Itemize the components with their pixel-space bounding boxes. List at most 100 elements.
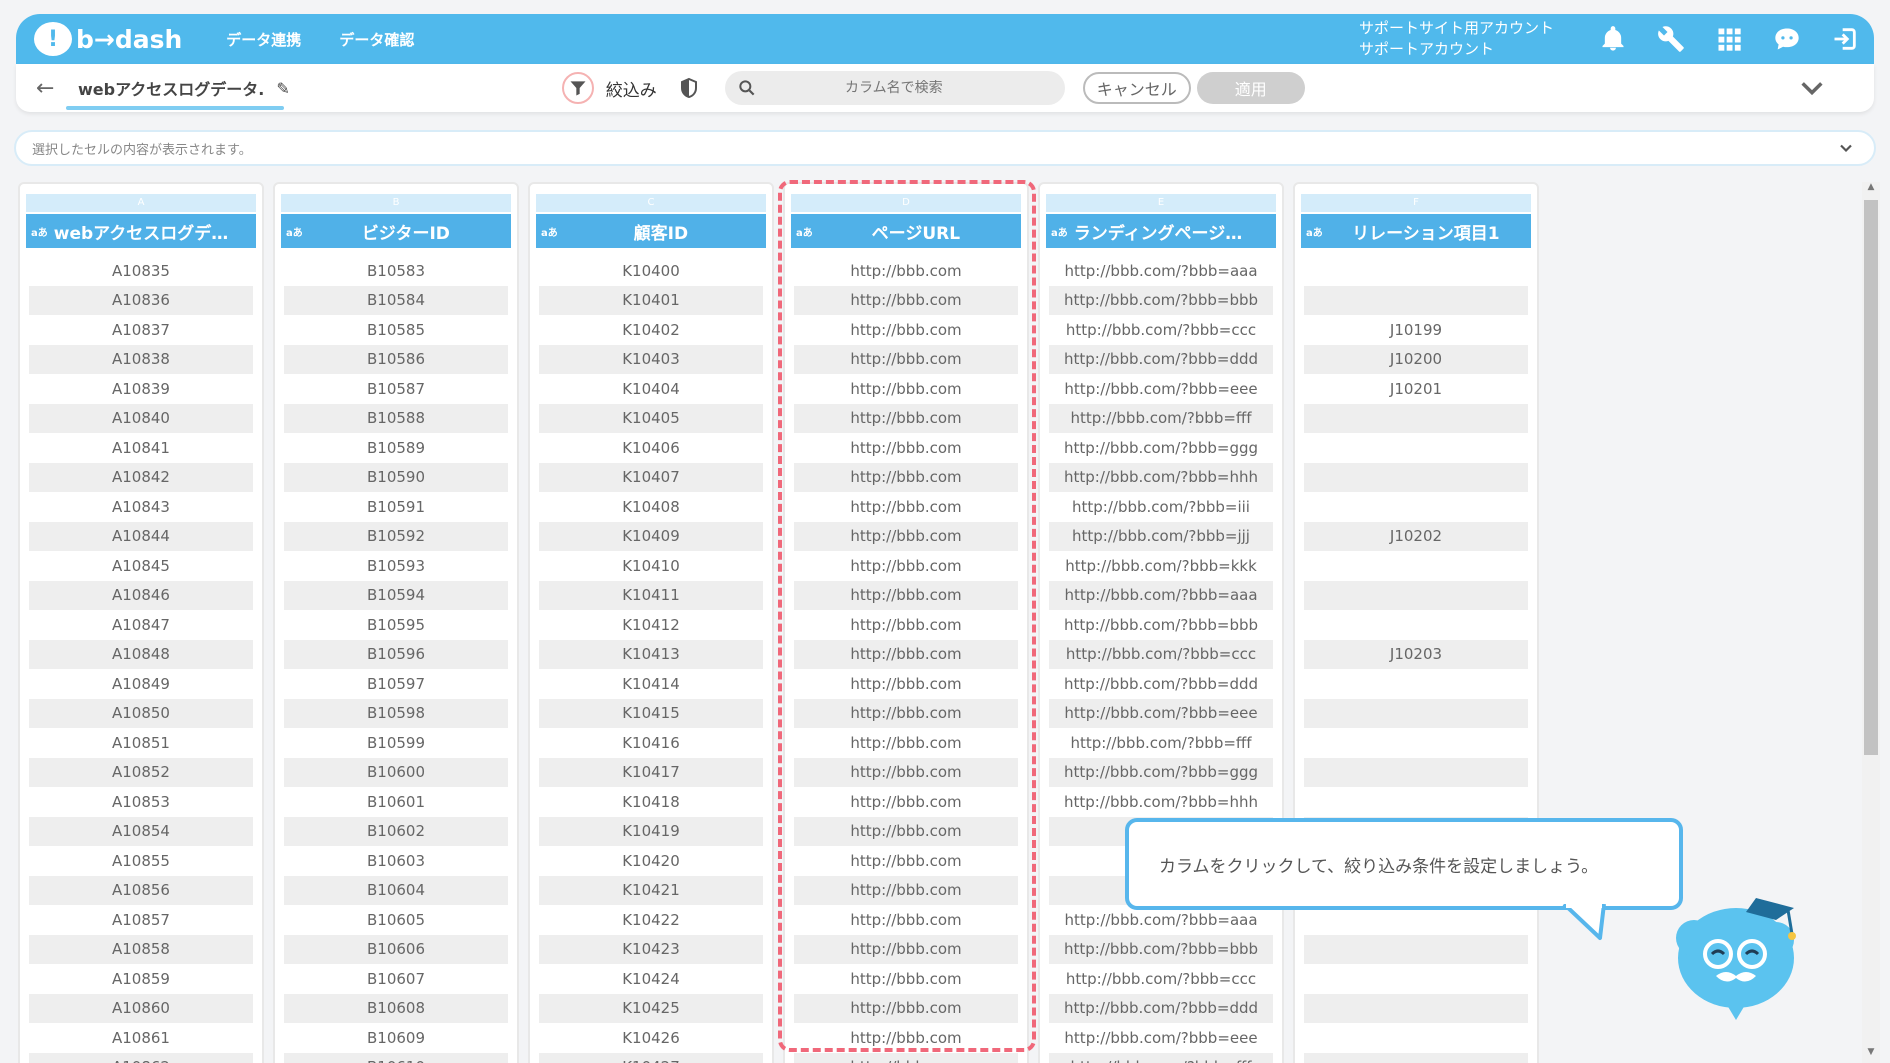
table-cell[interactable]: A10835 [29, 256, 253, 286]
table-cell[interactable] [1304, 728, 1528, 758]
table-cell[interactable] [1304, 669, 1528, 699]
table-cell[interactable]: K10426 [539, 1023, 763, 1053]
table-cell[interactable]: B10592 [284, 521, 508, 551]
table-cell[interactable]: http://bbb.com/?bbb=iii [1049, 492, 1273, 522]
chevron-down-icon[interactable] [1798, 74, 1826, 102]
table-cell[interactable]: http://bbb.com/?bbb=ddd [1049, 993, 1273, 1023]
nav-data-integration[interactable]: データ連携 [226, 29, 301, 50]
table-cell[interactable]: J10200 [1304, 344, 1528, 374]
table-cell[interactable]: B10586 [284, 344, 508, 374]
table-cell[interactable]: K10402 [539, 315, 763, 345]
table-cell[interactable] [1304, 757, 1528, 787]
table-cell[interactable]: K10427 [539, 1052, 763, 1063]
table-cell[interactable]: A10852 [29, 757, 253, 787]
scroll-thumb[interactable] [1864, 200, 1878, 755]
table-cell[interactable]: B10591 [284, 492, 508, 522]
table-cell[interactable]: http://bbb.com [794, 374, 1018, 404]
table-cell[interactable]: K10414 [539, 669, 763, 699]
column-header[interactable]: aあ ビジターID [281, 214, 511, 248]
table-cell[interactable]: A10851 [29, 728, 253, 758]
table-cell[interactable]: B10604 [284, 875, 508, 905]
table-cell[interactable]: http://bbb.com [794, 433, 1018, 463]
table-title[interactable]: webアクセスログデータ. [78, 80, 264, 99]
scroll-down-arrow-icon[interactable]: ▼ [1862, 1047, 1880, 1063]
support-chat-icon[interactable] [1770, 22, 1804, 56]
table-cell[interactable]: http://bbb.com [794, 934, 1018, 964]
table-cell[interactable]: J10199 [1304, 315, 1528, 345]
table-cell[interactable]: http://bbb.com/?bbb=ggg [1049, 757, 1273, 787]
bdash-logo[interactable]: ! b→dash [34, 22, 182, 56]
scroll-up-arrow-icon[interactable]: ▲ [1862, 182, 1880, 198]
table-cell[interactable] [1304, 462, 1528, 492]
table-cell[interactable] [1304, 1023, 1528, 1053]
table-cell[interactable]: J10202 [1304, 521, 1528, 551]
table-cell[interactable]: K10401 [539, 285, 763, 315]
nav-data-check[interactable]: データ確認 [339, 29, 414, 50]
table-cell[interactable]: B10583 [284, 256, 508, 286]
table-cell[interactable]: K10424 [539, 964, 763, 994]
table-cell[interactable]: K10409 [539, 521, 763, 551]
table-cell[interactable]: http://bbb.com/?bbb=aaa [1049, 580, 1273, 610]
table-cell[interactable]: http://bbb.com/?bbb=ggg [1049, 433, 1273, 463]
table-cell[interactable]: http://bbb.com/?bbb=hhh [1049, 462, 1273, 492]
table-cell[interactable] [1304, 580, 1528, 610]
table-cell[interactable] [1304, 403, 1528, 433]
table-cell[interactable]: http://bbb.com [794, 757, 1018, 787]
table-cell[interactable]: K10405 [539, 403, 763, 433]
table-cell[interactable]: A10841 [29, 433, 253, 463]
table-cell[interactable]: http://bbb.com/?bbb=hhh [1049, 787, 1273, 817]
table-cell[interactable] [1304, 433, 1528, 463]
table-cell[interactable]: http://bbb.com [794, 1023, 1018, 1053]
table-cell[interactable] [1304, 964, 1528, 994]
table-cell[interactable]: http://bbb.com [794, 285, 1018, 315]
table-cell[interactable]: http://bbb.com/?bbb=ccc [1049, 964, 1273, 994]
column-f[interactable]: F aあ リレーション項目1 J10199 J10200 J10201 J10202 J… [1293, 182, 1539, 1063]
table-cell[interactable]: B10605 [284, 905, 508, 935]
table-cell[interactable]: A10859 [29, 964, 253, 994]
table-cell[interactable]: K10420 [539, 846, 763, 876]
table-cell[interactable]: http://bbb.com [794, 610, 1018, 640]
table-cell[interactable]: B10610 [284, 1052, 508, 1063]
table-cell[interactable]: http://bbb.com/?bbb=aaa [1049, 256, 1273, 286]
table-cell[interactable]: A10848 [29, 639, 253, 669]
table-cell[interactable]: B10587 [284, 374, 508, 404]
table-cell[interactable]: http://bbb.com [794, 993, 1018, 1023]
table-cell[interactable]: A10856 [29, 875, 253, 905]
selected-cell-content-bar[interactable]: 選択したセルの内容が表示されます。 [14, 130, 1876, 166]
table-cell[interactable]: A10849 [29, 669, 253, 699]
filter-funnel-icon[interactable] [561, 72, 594, 104]
table-cell[interactable]: B10593 [284, 551, 508, 581]
table-cell[interactable]: B10601 [284, 787, 508, 817]
table-cell[interactable]: K10415 [539, 698, 763, 728]
table-cell[interactable] [1304, 492, 1528, 522]
column-c[interactable]: C aあ 顧客ID K10400 K10401 K10402 K10403 K10404… [528, 182, 774, 1063]
table-cell[interactable]: A10855 [29, 846, 253, 876]
table-cell[interactable]: http://bbb.com [794, 846, 1018, 876]
table-cell[interactable]: K10404 [539, 374, 763, 404]
table-cell[interactable]: B10609 [284, 1023, 508, 1053]
table-cell[interactable]: http://bbb.com [794, 816, 1018, 846]
table-cell[interactable] [1304, 787, 1528, 817]
column-b[interactable]: B aあ ビジターID B10583 B10584 B10585 B10586 B105… [273, 182, 519, 1063]
table-cell[interactable]: http://bbb.com [794, 875, 1018, 905]
table-cell[interactable]: A10843 [29, 492, 253, 522]
table-cell[interactable]: A10850 [29, 698, 253, 728]
bell-icon[interactable] [1596, 22, 1630, 56]
table-cell[interactable]: http://bbb.com/?bbb=ddd [1049, 344, 1273, 374]
table-cell[interactable]: http://bbb.com/?bbb=fff [1049, 1052, 1273, 1063]
table-cell[interactable]: http://bbb.com/?bbb=fff [1049, 728, 1273, 758]
table-cell[interactable]: B10603 [284, 846, 508, 876]
table-cell[interactable]: K10410 [539, 551, 763, 581]
table-cell[interactable]: http://bbb.com [794, 787, 1018, 817]
table-cell[interactable]: K10403 [539, 344, 763, 374]
table-cell[interactable]: http://bbb.com/?bbb=kkk [1049, 551, 1273, 581]
table-cell[interactable]: http://bbb.com [794, 905, 1018, 935]
table-cell[interactable]: B10590 [284, 462, 508, 492]
table-cell[interactable]: B10588 [284, 403, 508, 433]
table-cell[interactable]: A10836 [29, 285, 253, 315]
table-cell[interactable] [1304, 1052, 1528, 1063]
table-cell[interactable]: B10594 [284, 580, 508, 610]
table-cell[interactable]: K10412 [539, 610, 763, 640]
table-cell[interactable]: http://bbb.com [794, 551, 1018, 581]
table-cell[interactable]: http://bbb.com [794, 492, 1018, 522]
